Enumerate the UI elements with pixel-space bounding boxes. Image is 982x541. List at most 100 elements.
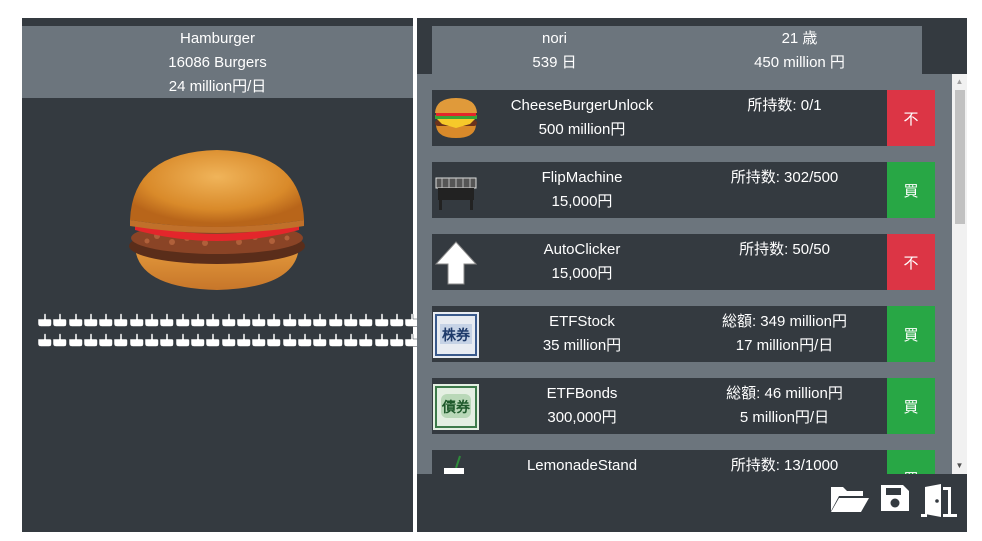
item-list[interactable]: CheeseBurgerUnlock 500 million円 所持数: 0/1… <box>417 74 967 474</box>
list-item: 株券 ETFStock 35 million円 総額: 349 million円… <box>432 306 935 362</box>
item-daily: 17 million円/日 <box>735 337 834 354</box>
svg-text:債券: 債券 <box>441 399 471 416</box>
buy-button[interactable]: 買 <box>887 378 935 434</box>
pointing-hand-icon <box>159 312 175 332</box>
pointing-hand-icon <box>68 332 83 352</box>
pointing-hand-icon <box>297 312 312 332</box>
pointing-hand-icon <box>266 332 282 352</box>
folder-open-icon[interactable] <box>829 483 869 522</box>
lemonade-icon <box>432 454 480 474</box>
pointing-hand-icon <box>312 332 328 352</box>
item-name: ETFStock <box>549 313 615 330</box>
buy-button[interactable]: 買 <box>887 162 935 218</box>
item-owned: 所持数: 50/50 <box>739 241 830 258</box>
footer-toolbar <box>829 483 959 522</box>
product-header: Hamburger 16086 Burgers 24 million円/日 <box>22 26 413 98</box>
pointing-hand-icon <box>236 332 251 352</box>
unavailable-button[interactable]: 不 <box>887 90 935 146</box>
scrollbar[interactable]: ▲ ▼ <box>952 74 967 474</box>
hamburger-click-button[interactable] <box>127 146 307 296</box>
item-name: ETFBonds <box>546 385 618 402</box>
pointing-hand-icon <box>236 312 251 332</box>
list-item: LemonadeStand 所持数: 13/1000 買 <box>432 450 935 474</box>
list-item: CheeseBurgerUnlock 500 million円 所持数: 0/1… <box>432 90 935 146</box>
pointing-hand-icon <box>251 332 266 352</box>
item-name: FlipMachine <box>541 169 623 186</box>
scroll-down-arrow-icon[interactable]: ▼ <box>952 458 967 474</box>
scrollbar-thumb[interactable] <box>955 90 965 224</box>
user-name: nori <box>541 30 567 47</box>
left-panel: Hamburger 16086 Burgers 24 million円/日 <box>22 18 419 532</box>
item-price: 15,000円 <box>551 265 613 282</box>
bond-certificate-icon: 債券 <box>432 382 480 430</box>
pointing-hand-icon <box>52 312 68 332</box>
pointing-hand-icon <box>282 332 297 352</box>
pointing-hand-icon <box>312 312 328 332</box>
pointing-hand-icon <box>113 312 129 332</box>
pointing-hand-icon <box>129 312 144 332</box>
exit-door-icon[interactable] <box>921 483 959 522</box>
user-days: 539 日 <box>532 54 577 71</box>
pointing-hand-icon <box>144 312 159 332</box>
item-owned: 所持数: 302/500 <box>730 169 839 186</box>
pointing-hand-icon <box>389 312 404 332</box>
pointing-hand-icon <box>328 332 343 352</box>
pointing-hand-icon <box>37 312 52 332</box>
item-price: 35 million円 <box>542 337 622 354</box>
pointing-hand-icon <box>98 332 113 352</box>
item-name: LemonadeStand <box>526 457 638 474</box>
svg-text:株券: 株券 <box>442 327 471 344</box>
pointing-hand-icon <box>205 312 221 332</box>
pointing-hand-icon <box>358 332 373 352</box>
unavailable-button[interactable]: 不 <box>887 234 935 290</box>
pointing-hand-icon <box>282 312 297 332</box>
hamburger-icon <box>129 150 305 290</box>
pointing-hand-icon <box>190 332 205 352</box>
list-item: 債券 ETFBonds 300,000円 総額: 46 million円 5 m… <box>432 378 935 434</box>
item-total: 総額: 349 million円 <box>721 313 848 330</box>
pointing-hand-icon <box>83 332 98 352</box>
scroll-up-arrow-icon[interactable]: ▲ <box>952 74 967 90</box>
pointing-hand-icon <box>190 312 205 332</box>
item-price: 300,000円 <box>547 409 617 426</box>
pointing-hand-icon <box>37 332 52 352</box>
list-item: FlipMachine 15,000円 所持数: 302/500 買 <box>432 162 935 218</box>
pointing-hand-icon <box>68 312 83 332</box>
pointing-hand-icon <box>328 312 343 332</box>
pointing-hand-icon <box>205 332 221 352</box>
pointing-hand-icon <box>221 312 236 332</box>
pointing-hand-icon <box>175 312 190 332</box>
pointing-hand-icon <box>83 312 98 332</box>
save-icon[interactable] <box>879 483 911 522</box>
cursor-row <box>37 312 419 332</box>
pointing-hand-icon <box>175 332 190 352</box>
pointing-hand-icon <box>113 332 129 352</box>
item-total: 総額: 46 million円 <box>726 385 843 402</box>
pointing-hand-icon <box>52 332 68 352</box>
list-item: AutoClicker 15,000円 所持数: 50/50 不 <box>432 234 935 290</box>
pointing-hand-icon <box>343 312 358 332</box>
buy-button[interactable]: 買 <box>887 450 935 474</box>
auto-clicker-cursors <box>37 312 419 352</box>
item-daily: 5 million円/日 <box>739 409 830 426</box>
right-panel: nori 539 日 21 歳 450 million 円 CheeseBurg… <box>417 18 967 532</box>
pointing-hand-icon <box>144 332 159 352</box>
item-price: 15,000円 <box>551 193 613 210</box>
pointing-hand-icon <box>266 312 282 332</box>
cheeseburger-icon <box>432 94 480 142</box>
item-owned: 所持数: 13/1000 <box>730 457 839 474</box>
pointing-hand-icon <box>251 312 266 332</box>
stock-certificate-icon: 株券 <box>432 310 480 358</box>
pointing-hand-icon <box>374 332 389 352</box>
item-name: AutoClicker <box>543 241 621 258</box>
user-header: nori 539 日 21 歳 450 million 円 <box>432 26 922 74</box>
pointing-hand-icon <box>129 332 144 352</box>
pointing-hand-icon <box>374 312 389 332</box>
pointing-hand-icon <box>159 332 175 352</box>
product-title: Hamburger <box>179 30 256 47</box>
buy-button[interactable]: 買 <box>887 306 935 362</box>
pointing-hand-icon <box>343 332 358 352</box>
burger-count: 16086 Burgers <box>168 54 267 71</box>
cursor-arrow-icon <box>432 238 480 286</box>
pointing-hand-icon <box>98 312 113 332</box>
